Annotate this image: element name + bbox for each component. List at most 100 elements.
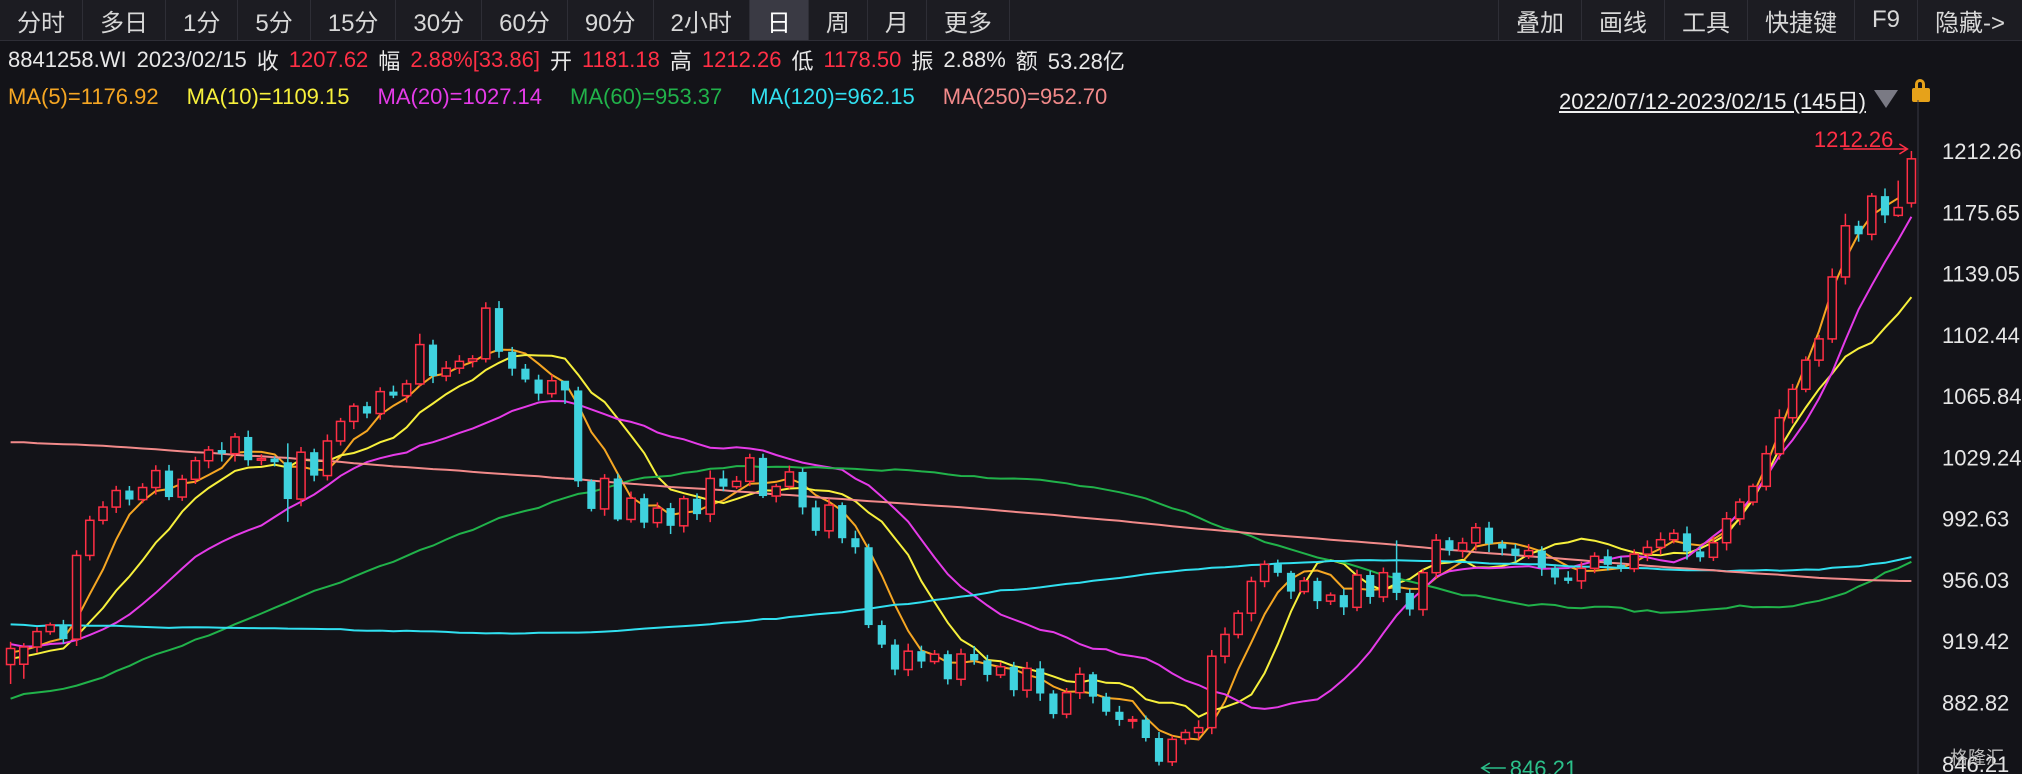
candle-body [190,459,201,481]
candle-body [32,630,42,648]
candle [1115,705,1124,726]
candle [1457,537,1468,558]
candle [1009,661,1018,697]
candle [666,502,675,535]
candle-body [534,379,543,394]
candle-body [917,651,926,662]
candle [1325,592,1336,605]
candle-body [626,497,636,521]
candle-body [1074,673,1085,694]
candle-body [1313,580,1322,602]
candle [824,498,834,539]
candle [851,530,860,554]
candle-body [1431,539,1442,574]
candle [1445,537,1454,556]
candle-body [1537,550,1546,568]
candle [480,302,491,363]
candle [1880,188,1890,224]
candle-body [1366,575,1375,597]
candle-body [1246,580,1257,614]
candle-body [1655,538,1666,549]
candle-body [1564,577,1573,581]
candle [811,500,820,536]
candle [1206,649,1217,735]
candle-body [1286,572,1296,592]
candle-body [5,647,16,666]
candle [983,654,992,682]
candle [244,430,253,466]
candle [1787,383,1798,424]
candle-body [666,508,675,526]
candle [467,355,478,368]
candle-body [1325,594,1336,602]
y-tick-label: 1102.44 [1942,323,2020,348]
candle-body [1193,726,1204,734]
candle-body [1273,564,1282,573]
candle [362,401,372,419]
candle-body [296,451,306,500]
candle [1748,483,1758,506]
candle-body [1800,359,1811,391]
candle [1074,667,1085,700]
candle [678,495,689,533]
candle [45,622,56,635]
candle-body [1774,416,1785,455]
candle [1840,213,1851,285]
candle [1392,540,1401,601]
y-tick-label: 1065.84 [1942,384,2022,409]
candle [310,448,319,482]
candle [917,645,926,669]
candle [190,456,201,484]
candle [5,641,16,684]
candle-body [1206,655,1217,729]
candle-body [929,653,940,663]
candle [375,387,386,420]
y-tick-label: 1029.24 [1942,445,2022,470]
candle-body [1299,580,1310,593]
candle-body [428,344,438,377]
candle [546,374,557,398]
candle-body [943,654,952,680]
candle [719,470,728,492]
candle-body [970,654,979,661]
candle-body [1642,546,1653,555]
candle-body [177,478,188,498]
y-tick-label: 1139.05 [1942,262,2020,287]
candle-body [1470,526,1481,544]
candle-body [1392,572,1401,593]
candle-body [508,351,517,369]
candle [1537,546,1546,576]
candle-body [1141,719,1150,739]
candle-body [1814,338,1824,361]
candle-body [811,507,820,531]
candle [1273,559,1282,577]
candle-body [546,379,557,395]
candle [1233,610,1244,639]
candle [414,333,425,387]
candle-body [1154,738,1164,762]
candle-body [1352,574,1362,609]
candle-body [111,489,122,508]
candle-body [719,478,728,487]
candle-body [59,624,68,640]
candle [348,403,359,430]
candle-body [348,405,359,423]
candle-body [1854,225,1863,235]
candle-body [1233,612,1244,636]
candle-body [864,547,873,626]
candle [903,643,914,677]
candle-body [877,625,886,645]
candle [1866,192,1877,241]
y-tick-label: 1212.26 [1942,139,2022,164]
candle-body [851,538,860,548]
candle [995,662,1006,679]
candle [1774,409,1785,460]
candle [1061,687,1072,719]
candle-body [1761,452,1772,488]
candle-body [335,420,346,442]
candle-body [1880,196,1890,216]
candle-body [599,477,610,510]
candle-body [1668,532,1679,541]
candle [335,417,346,446]
y-tick-label: 919.42 [1942,629,2009,654]
